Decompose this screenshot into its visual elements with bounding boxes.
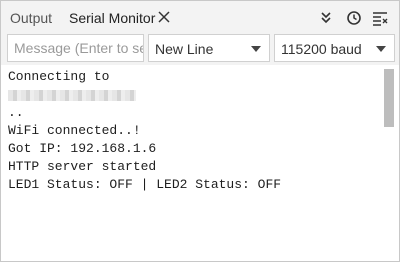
line-ending-select[interactable]: New Line <box>148 34 270 62</box>
output-line: Connecting to <box>8 69 110 84</box>
redacted-text <box>8 90 136 101</box>
output-line: WiFi connected..! <box>8 123 141 138</box>
tab-serial-monitor[interactable]: Serial Monitor <box>69 1 155 33</box>
double-chevron-down-icon[interactable] <box>318 10 334 26</box>
redacted-ssid-line <box>8 86 281 104</box>
serial-output[interactable]: Connecting to .. WiFi connected..! Got I… <box>1 65 399 261</box>
clear-output-icon[interactable] <box>372 10 388 26</box>
baud-rate-value: 115200 baud <box>281 41 362 57</box>
clock-icon[interactable] <box>346 10 362 26</box>
output-line: .. <box>8 105 24 120</box>
output-lines: Connecting to .. WiFi connected..! Got I… <box>8 68 281 194</box>
message-input[interactable] <box>7 34 144 62</box>
chevron-down-icon <box>251 46 261 52</box>
chevron-down-icon <box>376 46 386 52</box>
tab-output[interactable]: Output <box>10 1 52 33</box>
serial-controls: New Line 115200 baud <box>1 33 399 65</box>
baud-rate-select[interactable]: 115200 baud <box>274 34 395 62</box>
close-icon[interactable] <box>157 10 171 24</box>
serial-monitor-panel: Output Serial Monitor New Line 115200 ba… <box>0 0 400 262</box>
vertical-scrollbar[interactable] <box>384 69 394 127</box>
output-line: HTTP server started <box>8 159 157 174</box>
output-line: Got IP: 192.168.1.6 <box>8 141 157 156</box>
line-ending-value: New Line <box>155 41 214 57</box>
output-line: LED1 Status: OFF | LED2 Status: OFF <box>8 177 282 192</box>
tab-bar: Output Serial Monitor <box>1 1 399 33</box>
